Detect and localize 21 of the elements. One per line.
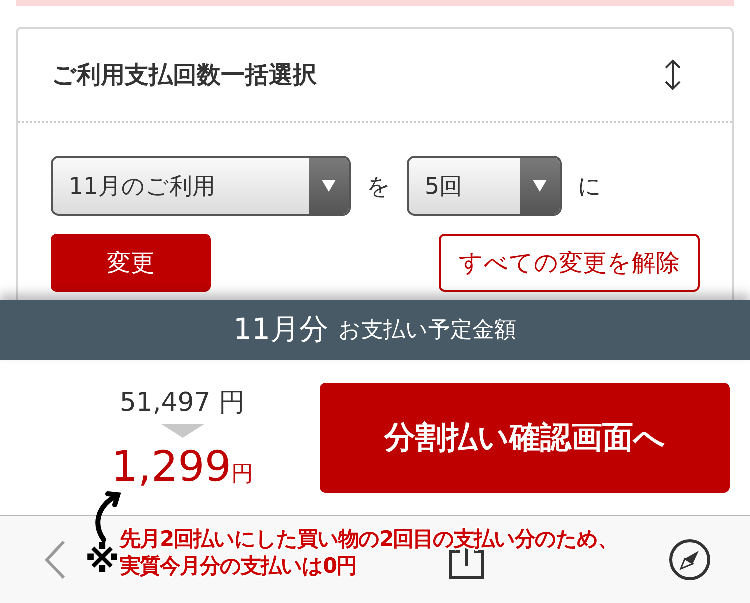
back-icon[interactable] [44, 540, 66, 580]
count-select[interactable]: 5回 [407, 156, 562, 216]
confirm-button[interactable]: 分割払い確認画面へ [320, 382, 730, 492]
change-button[interactable]: 変更 [51, 234, 211, 292]
down-triangle-icon [160, 424, 204, 438]
compass-icon[interactable] [668, 538, 712, 582]
dropdown-arrow-icon [532, 179, 548, 193]
dropdown-arrow-icon [321, 179, 337, 193]
reset-button[interactable]: すべての変更を解除 [439, 234, 700, 292]
section-title: ご利用支払回数一括選択 [52, 60, 317, 91]
month-label: 11月分 [234, 311, 328, 348]
expand-collapse-icon[interactable] [664, 59, 682, 91]
original-amount: 51,497 円 [120, 386, 246, 420]
suffix-label: に [577, 172, 603, 202]
connector-label: を [366, 172, 392, 202]
banner-label: お支払い予定金額 [338, 317, 516, 345]
note-mark: ※ [85, 540, 120, 581]
new-amount: 1,299 円 [111, 442, 254, 490]
annotation-text: 実質今月分の支払いは0円 [120, 553, 357, 580]
month-select[interactable]: 11月のご利用 [51, 156, 351, 216]
annotation-text: 先月2回払いにした買い物の2回目の支払い分のため、 [120, 526, 618, 553]
